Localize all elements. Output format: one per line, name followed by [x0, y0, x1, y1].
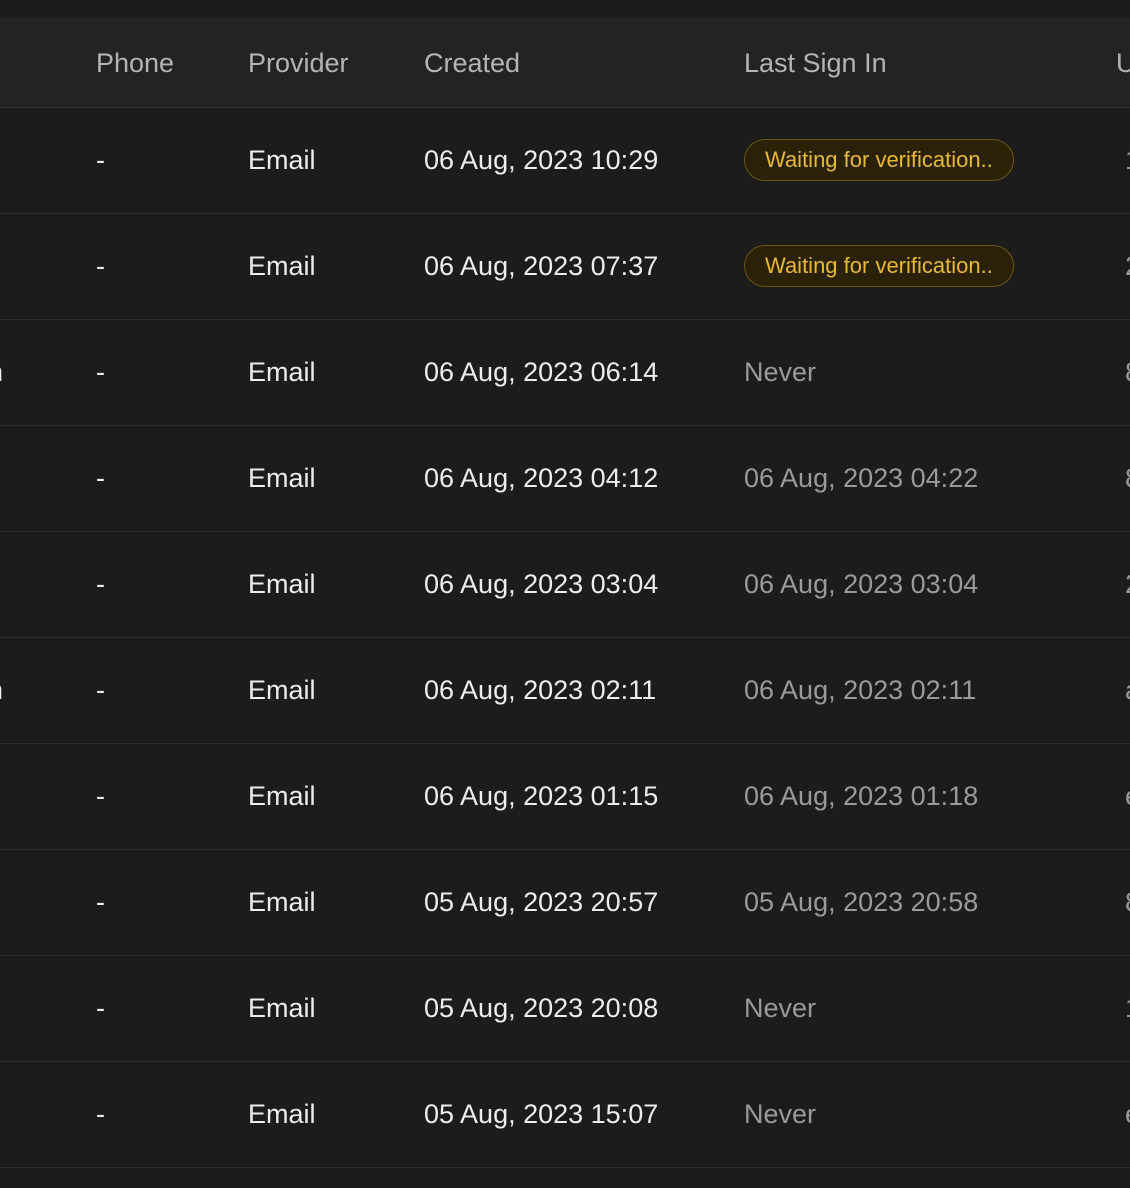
cell-provider: Email	[248, 463, 316, 493]
table-row[interactable]: - Email 05 Aug, 2023 15:07 Never e	[0, 1062, 1130, 1168]
cell-uid: 1	[1125, 956, 1130, 1061]
cell-uid: 8	[1125, 850, 1130, 955]
cell-uid: 8	[1125, 320, 1130, 425]
table-row[interactable]: - Email 05 Aug, 2023 20:57 05 Aug, 2023 20:…	[0, 850, 1130, 956]
cell-uid: e	[1125, 744, 1130, 849]
status-badge-waiting: Waiting for verification..	[744, 139, 1014, 181]
cell-email: n	[0, 320, 3, 425]
table-row[interactable]: - Email 06 Aug, 2023 01:15 06 Aug, 2023 01:…	[0, 744, 1130, 850]
users-table: Phone Provider Created Last Sign In U - E…	[0, 18, 1130, 1188]
cell-uid: 1	[1125, 108, 1130, 213]
cell-provider: Email	[248, 675, 316, 705]
cell-phone: -	[96, 993, 105, 1023]
cell-uid: a	[1125, 638, 1130, 743]
cell-provider: Email	[248, 1099, 316, 1129]
cell-phone: -	[96, 569, 105, 599]
cell-created: 06 Aug, 2023 01:15	[424, 781, 659, 811]
cell-last-sign-in: 06 Aug, 2023 01:18	[744, 781, 979, 811]
column-header-last-sign-in[interactable]: Last Sign In	[744, 18, 887, 108]
cell-last-sign-in: 06 Aug, 2023 02:11	[744, 675, 977, 705]
cell-provider: Email	[248, 357, 316, 387]
table-row[interactable]: - Email 06 Aug, 2023 04:12 06 Aug, 2023 04:…	[0, 426, 1130, 532]
table-row[interactable]: - Email 06 Aug, 2023 03:04 06 Aug, 2023 03:…	[0, 532, 1130, 638]
cell-created: 06 Aug, 2023 04:12	[424, 463, 659, 493]
cell-created: 05 Aug, 2023 15:07	[424, 1099, 659, 1129]
cell-phone: -	[96, 675, 105, 705]
table-row[interactable]: - Email 05 Aug, 2023 20:08 Never 1	[0, 956, 1130, 1062]
cell-email: n	[0, 638, 3, 743]
cell-created: 05 Aug, 2023 20:08	[424, 993, 659, 1023]
cell-provider: Email	[248, 993, 316, 1023]
cell-created: 05 Aug, 2023 20:57	[424, 887, 659, 917]
cell-last-sign-in: 06 Aug, 2023 04:22	[744, 463, 979, 493]
cell-phone: -	[96, 463, 105, 493]
cell-phone: -	[96, 357, 105, 387]
cell-phone: -	[96, 251, 105, 281]
cell-last-sign-in: Never	[744, 993, 817, 1023]
table-header: Phone Provider Created Last Sign In U	[0, 18, 1130, 108]
cell-provider: Email	[248, 887, 316, 917]
status-badge-waiting: Waiting for verification..	[744, 245, 1014, 287]
cell-last-sign-in: 06 Aug, 2023 03:04	[744, 569, 979, 599]
cell-created: 06 Aug, 2023 06:14	[424, 357, 659, 387]
cell-uid: e	[1125, 1062, 1130, 1167]
cell-provider: Email	[248, 781, 316, 811]
cell-last-sign-in: 05 Aug, 2023 20:58	[744, 887, 979, 917]
cell-uid: 8	[1125, 426, 1130, 531]
cell-created: 06 Aug, 2023 03:04	[424, 569, 659, 599]
cell-phone: -	[96, 887, 105, 917]
cell-phone: -	[96, 781, 105, 811]
cell-provider: Email	[248, 569, 316, 599]
cell-last-sign-in: Never	[744, 357, 817, 387]
table-body: - Email 06 Aug, 2023 10:29 Waiting for veri…	[0, 108, 1130, 1168]
cell-phone: -	[96, 1099, 105, 1129]
top-strip	[0, 0, 1130, 18]
table-row[interactable]: n - Email 06 Aug, 2023 06:14 Never 8	[0, 320, 1130, 426]
table-row[interactable]: - Email 06 Aug, 2023 10:29 Waiting for veri…	[0, 108, 1130, 214]
cell-provider: Email	[248, 145, 316, 175]
column-header-phone[interactable]: Phone	[96, 18, 174, 108]
column-header-created[interactable]: Created	[424, 18, 520, 108]
column-header-uid[interactable]: U	[1116, 18, 1130, 108]
cell-uid: 2	[1125, 214, 1130, 319]
cell-last-sign-in: Never	[744, 1099, 817, 1129]
cell-provider: Email	[248, 251, 316, 281]
cell-phone: -	[96, 145, 105, 175]
cell-created: 06 Aug, 2023 10:29	[424, 145, 659, 175]
cell-uid: 2	[1125, 532, 1130, 637]
column-header-provider[interactable]: Provider	[248, 18, 349, 108]
table-row[interactable]: n - Email 06 Aug, 2023 02:11 06 Aug, 2023 02…	[0, 638, 1130, 744]
cell-created: 06 Aug, 2023 07:37	[424, 251, 659, 281]
cell-created: 06 Aug, 2023 02:11	[424, 675, 657, 705]
table-row[interactable]: - Email 06 Aug, 2023 07:37 Waiting for veri…	[0, 214, 1130, 320]
